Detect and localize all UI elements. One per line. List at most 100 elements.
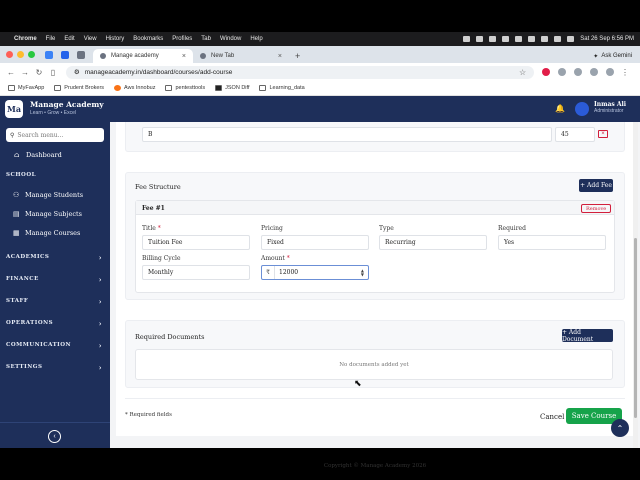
gemini-sparkle-icon: ✦ [593,53,599,60]
main-content: B 45 × Fee Structure + Add Fee Fee #1 Re… [110,122,640,469]
add-course-form: B 45 × Fee Structure + Add Fee Fee #1 Re… [116,122,634,436]
extension-icon[interactable] [574,68,583,76]
chevron-right-icon: › [98,252,102,262]
section-staff[interactable]: STAFF › [0,295,110,307]
sidebar-item-manage-students[interactable]: ⚇ Manage Students [0,188,110,202]
type-select[interactable]: Recurring [379,235,487,250]
battery-icon[interactable] [541,36,549,42]
mouse-cursor-icon: ⬉ [354,378,362,388]
billing-cycle-select[interactable]: Monthly [142,265,250,280]
close-window-button[interactable] [6,51,13,58]
forward-arrow-icon[interactable]: → [20,68,30,77]
menu-app-name[interactable]: Chrome [14,36,37,42]
collapse-sidebar-button[interactable]: ‹ [48,430,61,443]
app-logo[interactable]: Ma [5,100,23,118]
status-icon[interactable] [463,36,471,42]
amount-label: Amount * [261,255,290,262]
remove-fee-button[interactable]: Remove [581,204,612,213]
ask-gemini-button[interactable]: ✦ Ask Gemini [593,49,632,63]
section-communication[interactable]: COMMUNICATION › [0,339,110,351]
tab-new-tab[interactable]: New Tab × [193,49,289,63]
required-select[interactable]: Yes [498,235,606,250]
extension-icon[interactable] [558,68,567,76]
pinned-tab-send-icon[interactable] [61,50,69,59]
status-icon[interactable] [476,36,484,42]
documents-empty-state: No documents added yet [135,349,613,380]
menu-help[interactable]: Help [250,36,262,42]
bookmark-aws-innobuz[interactable]: Aws Innobuz [114,85,155,91]
address-bar[interactable]: ⚙ manageacademy.in/dashboard/courses/add… [65,65,535,79]
amount-field: ₹ 12000 ▲ ▼ [261,265,369,280]
menubar-clock[interactable]: Sat 26 Sep 6:56 PM [580,36,634,42]
menu-edit[interactable]: Edit [64,36,74,42]
menu-file[interactable]: File [46,36,56,42]
brand-tagline: Learn • Grow • Excel [30,110,77,116]
pinned-tab-mail-icon[interactable] [45,50,53,59]
pricing-select[interactable]: Fixed [261,235,369,250]
section-label: SETTINGS [6,364,43,370]
notification-bell-icon[interactable]: 🔔 [555,104,565,113]
chevron-right-icon: › [98,274,102,284]
control-center-icon[interactable] [567,36,575,42]
fullscreen-window-button[interactable] [28,51,35,58]
section-operations[interactable]: OPERATIONS › [0,317,110,329]
reload-icon[interactable]: ↻ [34,68,44,77]
status-icon[interactable] [489,36,497,42]
sidebar-toggle-icon[interactable]: ▯ [48,68,58,77]
close-tab-icon[interactable]: × [182,53,186,60]
bookmark-json-diff[interactable]: JSON Diff [215,85,249,91]
menu-bookmarks[interactable]: Bookmarks [133,36,163,42]
user-info[interactable]: Inmas Ali Administrator [594,101,626,114]
bookmark-myfavapp[interactable]: MyFavApp [8,85,44,91]
menu-profiles[interactable]: Profiles [172,36,192,42]
amount-input[interactable]: 12000 [275,269,361,276]
status-icon[interactable] [528,36,536,42]
status-icon[interactable] [515,36,523,42]
close-tab-icon[interactable]: × [278,53,282,60]
pinned-tab-app-icon[interactable] [77,50,85,59]
sidebar-item-dashboard[interactable]: ⌂ Dashboard [0,148,110,162]
ask-gemini-label: Ask Gemini [601,53,632,59]
sidebar-item-manage-courses[interactable]: ▦ Manage Courses [0,226,110,240]
minimize-window-button[interactable] [17,51,24,58]
status-icon[interactable] [502,36,510,42]
more-menu-icon[interactable]: ⋮ [620,68,630,77]
fee-title-input[interactable]: Tuition Fee [142,235,250,250]
extensions-puzzle-icon[interactable] [590,68,599,76]
sidebar-item-label: Manage Courses [25,229,81,237]
bookmark-label: Learning_data [269,85,305,91]
profile-avatar[interactable] [606,68,615,76]
sidebar-item-manage-subjects[interactable]: ▤ Manage Subjects [0,207,110,221]
sidebar-search-input[interactable]: ⚲ Search menu... [6,128,104,142]
bookmark-prudent-brokers[interactable]: Prudent Brokers [54,85,104,91]
site-info-icon[interactable]: ⚙ [74,68,80,76]
bookmark-label: Prudent Brokers [64,85,105,91]
bookmark-learning-data[interactable]: Learning_data [259,85,305,91]
menu-history[interactable]: History [106,36,125,42]
bookmark-pentesttools[interactable]: pentesttools [165,85,205,91]
add-fee-button[interactable]: + Add Fee [579,179,613,192]
subject-value-input[interactable]: 45 [555,127,595,142]
status-area: Sat 26 Sep 6:56 PM [463,36,634,42]
section-finance[interactable]: FINANCE › [0,273,110,285]
tab-manage-academy[interactable]: Manage academy × [93,49,193,63]
back-arrow-icon[interactable]: ← [6,68,16,77]
number-stepper[interactable]: ▲ ▼ [361,268,364,277]
cancel-button[interactable]: Cancel [540,413,564,421]
section-academics[interactable]: ACADEMICS › [0,251,110,263]
menu-tab[interactable]: Tab [201,36,211,42]
menu-view[interactable]: View [84,36,97,42]
extension-icon[interactable] [542,68,551,76]
wifi-icon[interactable] [554,36,562,42]
add-document-button[interactable]: + Add Document [562,329,613,343]
menu-window[interactable]: Window [220,36,241,42]
page-scrollbar-thumb[interactable] [634,238,637,418]
bookmark-star-icon[interactable]: ☆ [519,68,526,77]
remove-subject-icon[interactable]: × [598,130,608,138]
subject-name-input[interactable]: B [142,127,552,142]
section-settings[interactable]: SETTINGS › [0,361,110,373]
scroll-to-top-button[interactable]: ⌃ [611,419,629,437]
section-school[interactable]: SCHOOL [0,169,110,181]
avatar[interactable] [575,102,589,116]
new-tab-button[interactable]: + [289,49,306,63]
